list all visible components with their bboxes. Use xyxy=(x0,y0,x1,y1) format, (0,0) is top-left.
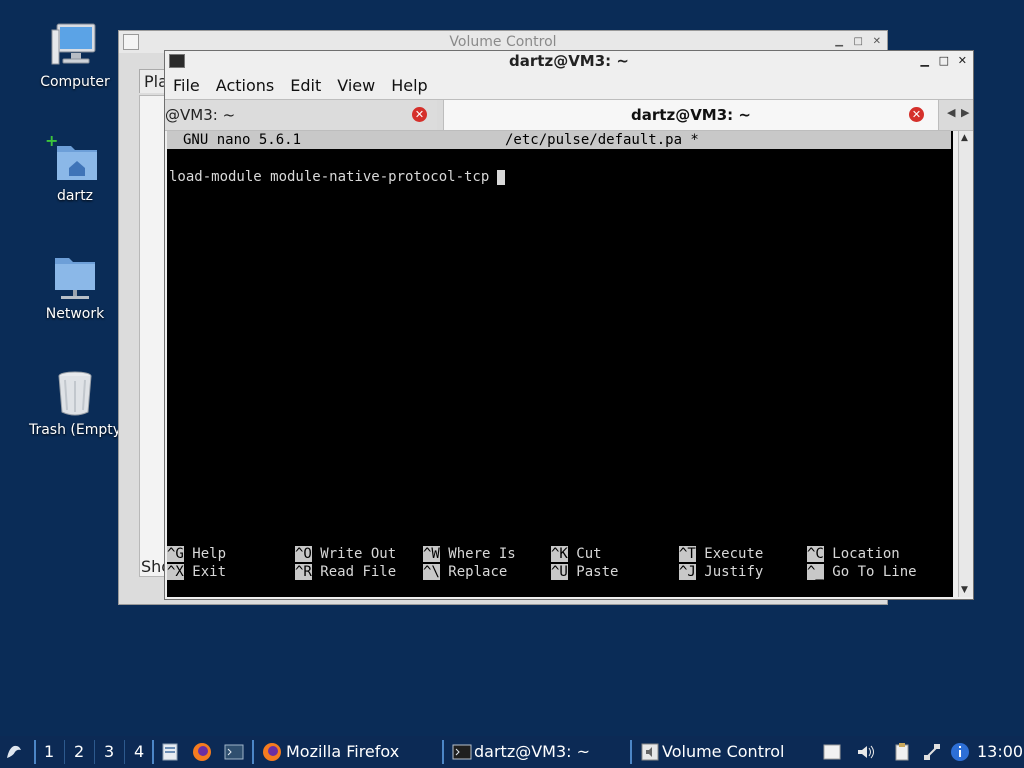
shortcut-justify[interactable]: ^J Justify xyxy=(679,564,763,580)
editor-text: load-module module-native-protocol-tcp xyxy=(169,169,490,185)
tab-scroll-right-icon[interactable]: ▶ xyxy=(961,106,969,119)
shortcut-row-2: ^X Exit ^R Read File ^\ Replace ^U Paste… xyxy=(167,564,953,582)
taskbar-separator xyxy=(34,740,36,764)
task-label: dartz@VM3: ~ xyxy=(474,742,591,761)
tab-terminal-1[interactable]: @VM3: ~ ✕ xyxy=(165,100,437,130)
taskbar-separator xyxy=(630,740,632,764)
desktop-icon-computer[interactable]: Computer xyxy=(20,22,130,90)
taskbar-separator xyxy=(124,740,125,764)
shortcut-read-file[interactable]: ^R Read File xyxy=(295,564,396,580)
scroll-up-icon[interactable]: ▲ xyxy=(961,133,968,143)
maximize-icon[interactable]: □ xyxy=(939,51,949,71)
terminal-tab-bar: @VM3: ~ ✕ dartz@VM3: ~ ✕ ◀ ▶ xyxy=(165,99,973,131)
shortcut-cut[interactable]: ^K Cut xyxy=(551,546,602,562)
window-title: Volume Control xyxy=(449,34,557,50)
shortcut-exit[interactable]: ^X Exit xyxy=(167,564,226,580)
trash-icon xyxy=(51,370,99,418)
window-title: dartz@VM3: ~ xyxy=(509,52,629,70)
firefox-icon xyxy=(262,742,282,762)
tab-scroll-left-icon[interactable]: ◀ xyxy=(947,106,955,119)
desktop-icon-label: dartz xyxy=(56,188,94,204)
taskbar: 1 2 3 4 Mozilla Firefox dartz@VM3: ~ Vol… xyxy=(0,736,1024,768)
shortcut-where-is[interactable]: ^W Where Is xyxy=(423,546,516,562)
menu-actions[interactable]: Actions xyxy=(216,76,274,95)
desktop-icon-label: Trash (Empty xyxy=(28,422,122,438)
shortcut-row-1: ^G Help ^O Write Out ^W Where Is ^K Cut … xyxy=(167,546,953,564)
taskbar-separator xyxy=(152,740,154,764)
shortcut-execute[interactable]: ^T Execute xyxy=(679,546,763,562)
desktop-icon-trash[interactable]: Trash (Empty xyxy=(20,370,130,438)
nano-filename: /etc/pulse/default.pa * xyxy=(505,132,699,148)
task-label: Mozilla Firefox xyxy=(286,742,400,761)
shortcut-location[interactable]: ^C Location xyxy=(807,546,900,562)
editor-line[interactable]: load-module module-native-protocol-tcp xyxy=(169,169,506,185)
tab-label: @VM3: ~ xyxy=(165,106,236,124)
text-cursor xyxy=(497,169,506,185)
menu-help[interactable]: Help xyxy=(391,76,427,95)
file-manager-icon[interactable] xyxy=(160,742,180,762)
nano-header-bar: GNU nano 5.6.1 /etc/pulse/default.pa * xyxy=(167,131,951,149)
desktop-icon-home[interactable]: + dartz xyxy=(20,131,130,204)
taskbar-separator xyxy=(442,740,444,764)
app-menu-icon[interactable] xyxy=(4,742,24,762)
terminal-window[interactable]: dartz@VM3: ~ ▁ □ ✕ File Actions Edit Vie… xyxy=(164,50,974,600)
clock[interactable]: 13:00 xyxy=(977,736,1023,768)
shortcut-help[interactable]: ^G Help xyxy=(167,546,226,562)
close-icon[interactable]: ✕ xyxy=(958,51,967,71)
terminal-content[interactable]: GNU nano 5.6.1 /etc/pulse/default.pa * l… xyxy=(167,131,953,597)
tab-close-icon[interactable]: ✕ xyxy=(412,107,427,122)
clipboard-icon[interactable] xyxy=(892,742,912,762)
volume-app-icon xyxy=(123,34,139,50)
tab-close-icon[interactable]: ✕ xyxy=(909,107,924,122)
taskbar-separator xyxy=(94,740,95,764)
menu-edit[interactable]: Edit xyxy=(290,76,321,95)
terminal-launcher-icon[interactable] xyxy=(224,742,244,762)
tab-label: dartz@VM3: ~ xyxy=(631,106,751,124)
nano-version: GNU nano 5.6.1 xyxy=(183,132,302,148)
notes-icon[interactable] xyxy=(822,742,842,762)
terminal-titlebar[interactable]: dartz@VM3: ~ ▁ □ ✕ xyxy=(165,51,973,71)
terminal-icon xyxy=(452,742,472,762)
desktop-icon-label: Computer xyxy=(40,74,110,90)
minimize-icon[interactable]: ▁ xyxy=(921,51,929,71)
menu-view[interactable]: View xyxy=(337,76,375,95)
terminal-app-icon xyxy=(169,54,185,68)
shortcut-go-to-line[interactable]: ^_ Go To Line xyxy=(807,564,917,580)
menu-bar: File Actions Edit View Help xyxy=(165,71,973,99)
volume-control-app-icon xyxy=(640,742,660,762)
workspace-2[interactable]: 2 xyxy=(74,736,84,768)
info-icon[interactable] xyxy=(950,742,970,762)
terminal-scrollbar[interactable]: ▲ ▼ xyxy=(958,131,973,597)
desktop-icon-network[interactable]: Network xyxy=(20,254,130,322)
volume-icon[interactable] xyxy=(855,742,875,762)
desktop-icon-label: Network xyxy=(45,306,105,322)
workspace-4[interactable]: 4 xyxy=(134,736,144,768)
svg-text:+: + xyxy=(45,136,58,150)
network-connection-icon[interactable] xyxy=(922,742,942,762)
workspace-1[interactable]: 1 xyxy=(44,736,54,768)
computer-icon xyxy=(51,22,99,70)
firefox-launcher-icon[interactable] xyxy=(192,742,212,762)
tab-terminal-2[interactable]: dartz@VM3: ~ ✕ xyxy=(443,100,939,130)
workspace-3[interactable]: 3 xyxy=(104,736,114,768)
task-label: Volume Control xyxy=(662,742,785,761)
menu-file[interactable]: File xyxy=(173,76,200,95)
home-folder-icon: + xyxy=(45,131,99,184)
scroll-down-icon[interactable]: ▼ xyxy=(961,585,968,595)
network-folder-icon xyxy=(51,254,99,302)
shortcut-paste[interactable]: ^U Paste xyxy=(551,564,618,580)
shortcut-write-out[interactable]: ^O Write Out xyxy=(295,546,396,562)
taskbar-separator xyxy=(252,740,254,764)
shortcut-replace[interactable]: ^\ Replace xyxy=(423,564,507,580)
taskbar-separator xyxy=(64,740,65,764)
